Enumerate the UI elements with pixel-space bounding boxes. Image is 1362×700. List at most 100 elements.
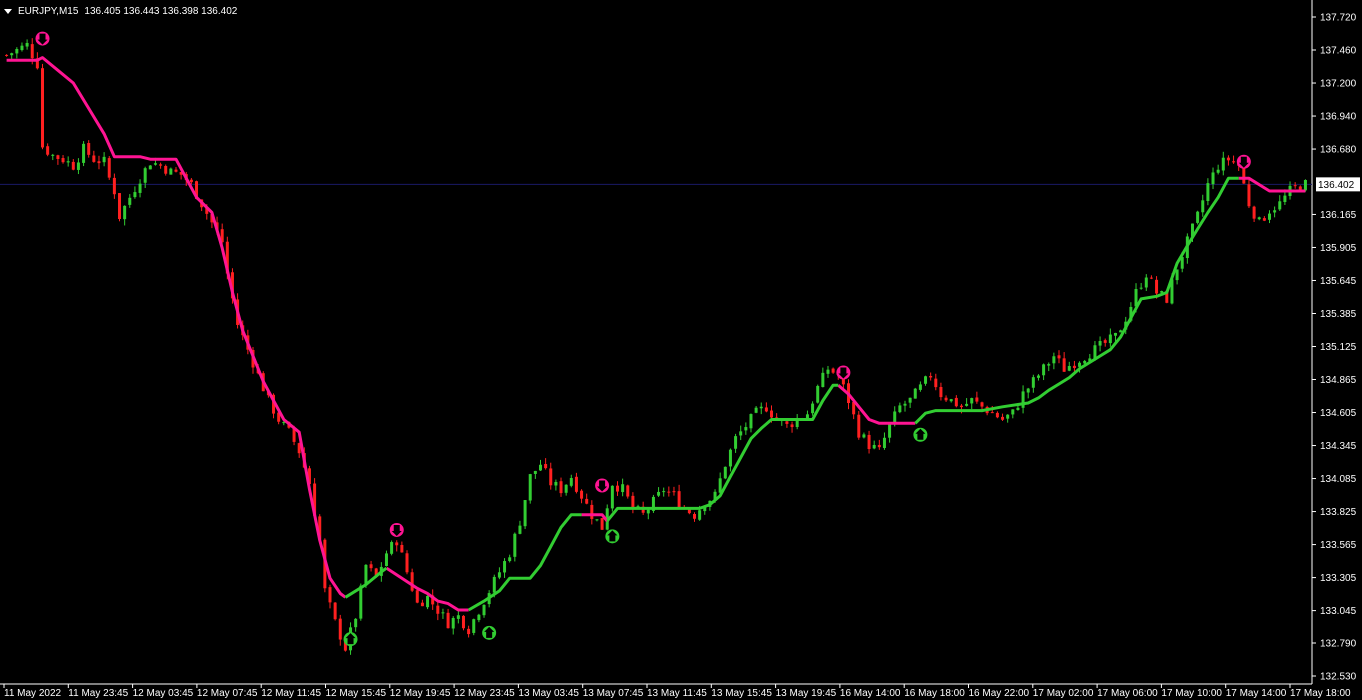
- chart-menu-arrow-icon[interactable]: [4, 8, 12, 14]
- bull-candle: [1006, 414, 1010, 419]
- bull-candle: [1078, 362, 1082, 367]
- bull-candle: [15, 48, 19, 54]
- y-tick-label: 136.940: [1320, 112, 1357, 123]
- bear-candle: [1149, 277, 1153, 279]
- x-tick-label: 16 May 18:00: [904, 688, 965, 699]
- bull-candle: [924, 376, 928, 384]
- bear-candle: [1226, 157, 1230, 161]
- bear-candle: [980, 402, 984, 407]
- bull-candle: [128, 197, 132, 205]
- bear-candle: [672, 491, 676, 493]
- y-tick-label: 135.385: [1320, 309, 1357, 320]
- x-tick-label: 12 May 07:45: [197, 688, 258, 699]
- bull-candle: [759, 406, 763, 409]
- bear-candle: [687, 509, 691, 514]
- bear-candle: [1293, 185, 1297, 187]
- bear-candle: [5, 54, 9, 56]
- bear-candle: [338, 618, 342, 640]
- y-tick-label: 137.460: [1320, 46, 1357, 57]
- bear-candle: [61, 158, 65, 163]
- y-tick-label: 135.125: [1320, 342, 1357, 353]
- bear-candle: [857, 414, 861, 438]
- y-tick-label: 133.825: [1320, 507, 1357, 518]
- bull-candle: [390, 542, 394, 554]
- y-tick-label: 134.605: [1320, 408, 1357, 419]
- bull-candle: [1011, 409, 1015, 415]
- y-tick-label: 133.305: [1320, 573, 1357, 584]
- x-tick-label: 12 May 23:45: [454, 688, 515, 699]
- bull-candle: [1067, 366, 1071, 371]
- x-tick-label: 13 May 07:45: [583, 688, 644, 699]
- bull-candle: [1196, 211, 1200, 223]
- bull-candle: [477, 614, 481, 621]
- price-chart[interactable]: 137.720 137.460 137.200 136.940 136.680 136.1…: [0, 0, 1362, 700]
- x-tick-label: 17 May 02:00: [1033, 688, 1094, 699]
- bear-candle: [677, 491, 681, 508]
- bull-candle: [1175, 269, 1179, 281]
- chart-window[interactable]: 137.720 137.460 137.200 136.940 136.680 136.1…: [0, 0, 1362, 700]
- bull-candle: [1042, 364, 1046, 376]
- bear-candle: [544, 464, 548, 469]
- bear-candle: [1072, 365, 1076, 369]
- bull-candle: [354, 618, 358, 628]
- bull-candle: [610, 485, 614, 509]
- bull-candle: [482, 604, 486, 616]
- bull-candle: [1206, 183, 1210, 202]
- bull-candle: [497, 572, 501, 578]
- bull-candle: [123, 205, 127, 220]
- bull-candle: [1144, 277, 1148, 288]
- x-tick-label: 11 May 23:45: [68, 688, 128, 699]
- bull-candle: [384, 553, 388, 567]
- bull-candle: [76, 162, 80, 170]
- bull-candle: [723, 466, 727, 479]
- bear-candle: [1001, 416, 1005, 420]
- bear-candle: [959, 405, 963, 408]
- bear-candle: [585, 498, 589, 504]
- bull-candle: [718, 478, 722, 493]
- sell-signal-arrow-icon: [836, 365, 851, 380]
- bull-candle: [564, 484, 568, 493]
- bull-candle: [970, 398, 974, 404]
- bull-candle: [595, 519, 599, 521]
- sell-signal-arrow-icon: [35, 31, 50, 46]
- bull-candle: [872, 444, 876, 449]
- sell-signal-arrow-icon: [1236, 154, 1251, 169]
- bull-candle: [1273, 210, 1277, 213]
- trail-stop-down-line: [6, 56, 347, 599]
- bull-candle: [523, 500, 527, 527]
- chart-ohlc: 136.405 136.443 136.398 136.402: [84, 5, 238, 17]
- x-tick-label: 13 May 11:45: [647, 688, 707, 699]
- bear-candle: [1247, 184, 1251, 207]
- x-tick-label: 17 May 10:00: [1161, 688, 1222, 699]
- bull-candle: [621, 484, 625, 493]
- buy-signal-arrow-icon: [913, 427, 928, 442]
- bull-candle: [908, 397, 912, 403]
- bull-candle: [138, 183, 142, 193]
- sell-signal-arrow-icon: [389, 522, 404, 537]
- bull-candle: [816, 385, 820, 403]
- bear-candle: [420, 602, 424, 607]
- bear-candle: [1298, 186, 1302, 190]
- bull-candle: [1221, 157, 1225, 171]
- bull-candle: [143, 168, 147, 183]
- bull-candle: [456, 615, 460, 619]
- bear-candle: [30, 44, 34, 59]
- bear-candle: [333, 602, 337, 620]
- bear-candle: [174, 169, 178, 172]
- x-tick-label: 12 May 03:45: [133, 688, 194, 699]
- bull-candle: [646, 509, 650, 514]
- bear-candle: [944, 397, 948, 401]
- bear-candle: [990, 412, 994, 414]
- bear-candle: [400, 544, 404, 553]
- bull-candle: [1113, 332, 1117, 336]
- y-tick-label: 134.085: [1320, 474, 1357, 485]
- bear-candle: [770, 410, 774, 418]
- bear-candle: [369, 564, 373, 569]
- bull-candle: [1257, 217, 1261, 220]
- bull-candle: [657, 491, 661, 496]
- chart-header: EURJPY,M15 136.405 136.443 136.398 136.4…: [4, 4, 237, 18]
- bear-candle: [631, 495, 635, 509]
- bull-candle: [359, 585, 363, 619]
- bear-candle: [995, 412, 999, 418]
- bear-candle: [436, 605, 440, 614]
